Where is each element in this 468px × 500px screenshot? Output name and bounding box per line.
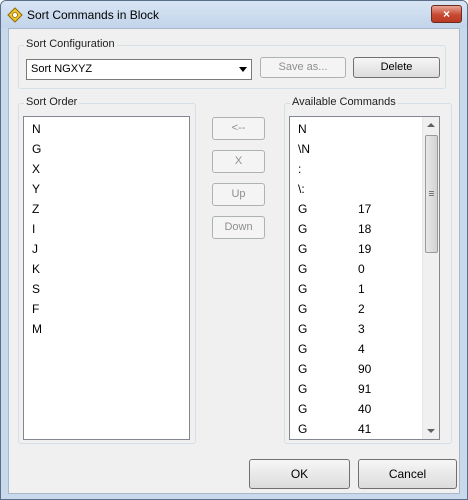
list-item[interactable]: Y xyxy=(32,182,40,196)
command-value: 1 xyxy=(358,282,365,296)
scroll-down-arrow-icon[interactable] xyxy=(427,429,435,433)
scroll-up-arrow-icon[interactable] xyxy=(427,123,435,127)
list-item[interactable]: F xyxy=(32,302,39,316)
sort-configuration-select[interactable]: Sort NGXYZ xyxy=(26,59,252,80)
command-value: 4 xyxy=(358,342,365,356)
command-value: 3 xyxy=(358,322,365,336)
command-code: G xyxy=(298,262,308,276)
command-code: G xyxy=(298,222,308,236)
sort-order-list[interactable]: N G X Y Z I J K S F M xyxy=(23,116,190,440)
add-command-button[interactable]: <-- xyxy=(212,117,265,140)
delete-button[interactable]: Delete xyxy=(353,57,440,78)
command-code: G xyxy=(298,422,308,436)
list-item[interactable]: S xyxy=(32,282,40,296)
command-value: 17 xyxy=(358,202,372,216)
chevron-down-icon xyxy=(239,67,247,72)
command-code: : xyxy=(298,162,302,176)
available-commands-label: Available Commands xyxy=(290,96,398,108)
command-value: 90 xyxy=(358,362,372,376)
command-value: 0 xyxy=(358,262,365,276)
command-code: \N xyxy=(298,142,310,156)
command-code: G xyxy=(298,382,308,396)
list-item[interactable]: Z xyxy=(32,202,39,216)
vertical-scrollbar[interactable] xyxy=(422,117,439,439)
command-value: 91 xyxy=(358,382,372,396)
available-commands-list[interactable]: N \N : \: G 17 G 18 G 19 G 0 G 1 G 2 G 3 G 4 G 90… xyxy=(289,116,440,440)
list-item[interactable]: N xyxy=(32,122,41,136)
app-icon xyxy=(7,7,23,23)
move-down-button[interactable]: Down xyxy=(212,216,265,239)
dialog-window: Sort Commands in Block × Sort Configurat… xyxy=(0,0,468,500)
list-item[interactable]: G xyxy=(32,142,41,156)
command-value: 2 xyxy=(358,302,365,316)
command-value: 41 xyxy=(358,422,372,436)
move-up-button[interactable]: Up xyxy=(212,183,265,206)
remove-command-button[interactable]: X xyxy=(212,150,265,173)
dialog-client: Sort Configuration Sort NGXYZ Save as...… xyxy=(8,28,460,494)
command-code: G xyxy=(298,322,308,336)
command-value: 40 xyxy=(358,402,372,416)
command-code: G xyxy=(298,302,308,316)
command-code: \: xyxy=(298,182,305,196)
close-icon: × xyxy=(442,7,450,21)
command-code: G xyxy=(298,202,308,216)
selected-configuration: Sort NGXYZ xyxy=(31,63,93,75)
list-item[interactable]: M xyxy=(32,322,42,336)
cancel-button[interactable]: Cancel xyxy=(358,459,457,489)
window-title: Sort Commands in Block xyxy=(27,8,160,22)
command-code: N xyxy=(298,122,307,136)
sort-configuration-label: Sort Configuration xyxy=(24,38,117,50)
command-code: G xyxy=(298,342,308,356)
save-as-button[interactable]: Save as... xyxy=(260,57,346,78)
command-code: G xyxy=(298,362,308,376)
command-value: 19 xyxy=(358,242,372,256)
list-item[interactable]: K xyxy=(32,262,40,276)
title-bar[interactable]: Sort Commands in Block × xyxy=(1,1,467,28)
list-item[interactable]: I xyxy=(32,222,35,236)
scrollbar-thumb[interactable] xyxy=(425,135,438,253)
close-button[interactable]: × xyxy=(431,5,462,23)
list-item[interactable]: J xyxy=(32,242,38,256)
ok-button[interactable]: OK xyxy=(249,459,350,489)
command-code: G xyxy=(298,282,308,296)
list-item[interactable]: X xyxy=(32,162,40,176)
command-value: 18 xyxy=(358,222,372,236)
command-code: G xyxy=(298,402,308,416)
command-code: G xyxy=(298,242,308,256)
sort-order-label: Sort Order xyxy=(24,96,80,108)
grip-icon xyxy=(429,191,434,192)
